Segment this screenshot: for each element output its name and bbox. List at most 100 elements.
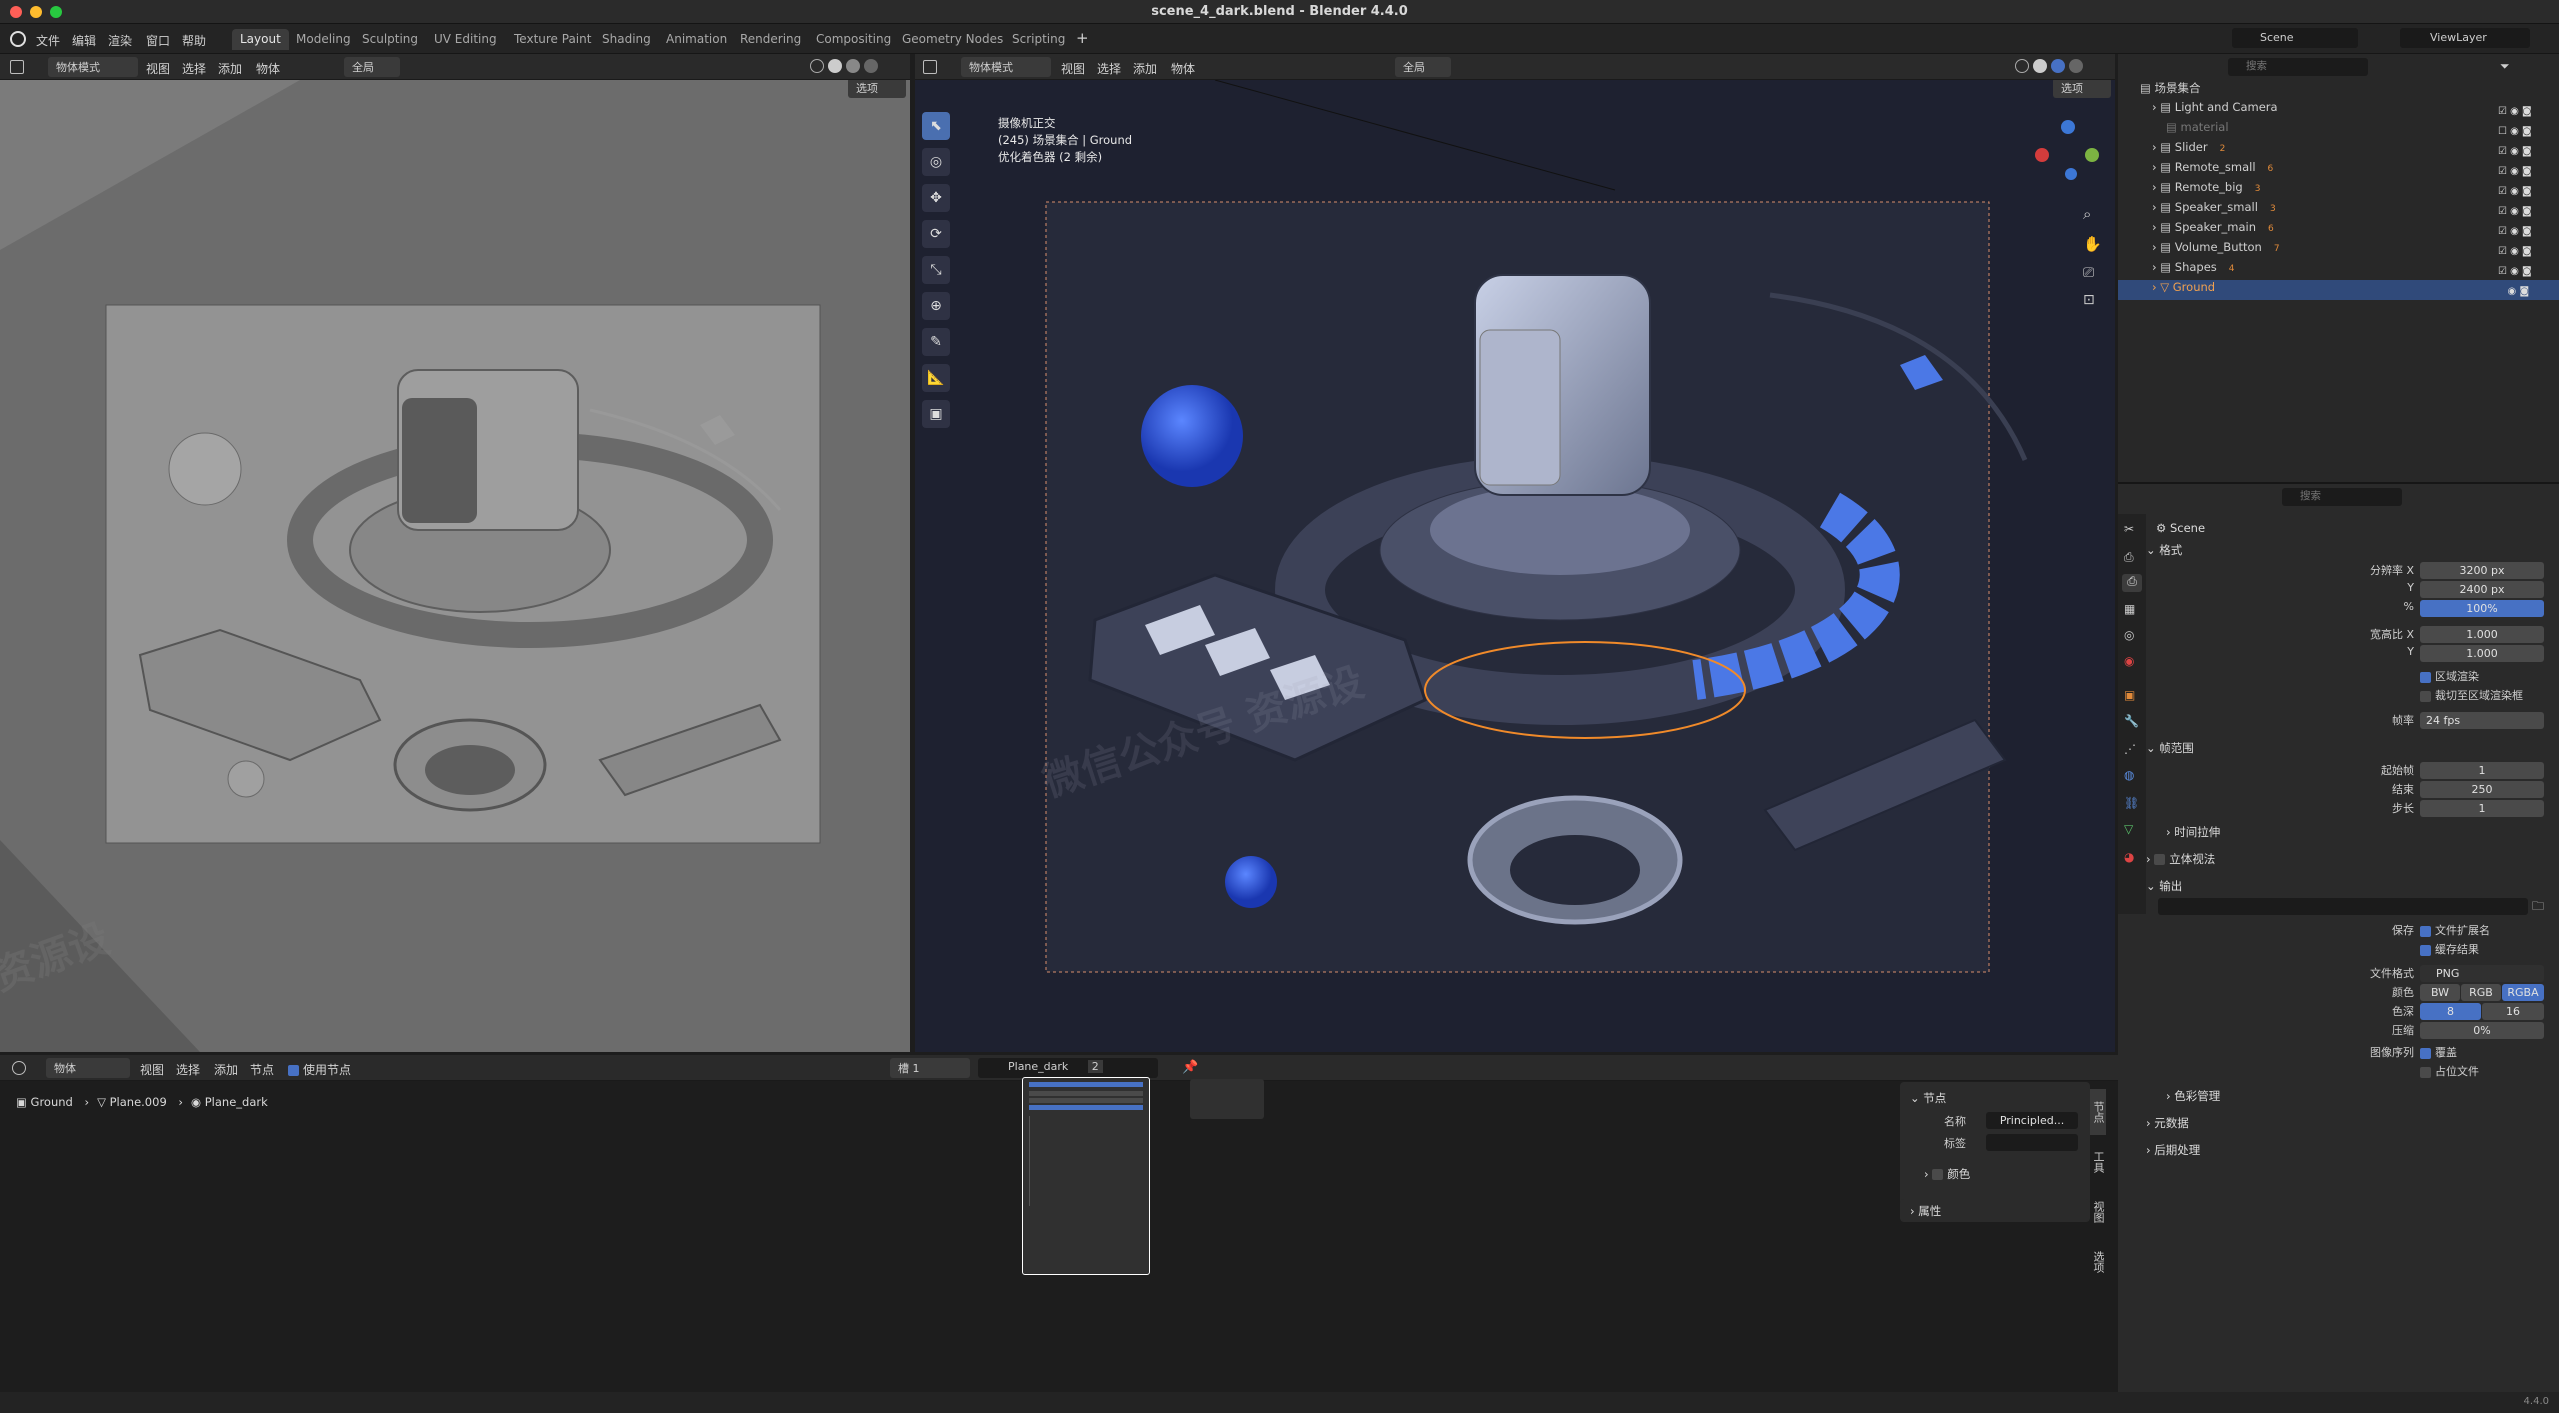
node-color-subpanel[interactable]: › 颜色 xyxy=(1924,1166,1970,1182)
menu-view[interactable]: 视图 xyxy=(1061,60,1085,77)
frame-step-field[interactable]: 1 xyxy=(2420,800,2544,817)
menu-file[interactable]: 文件 xyxy=(36,32,60,49)
tab-modeling[interactable]: Modeling xyxy=(288,29,359,50)
right-options-button[interactable]: 选项 xyxy=(2053,80,2111,98)
node-mode-dropdown[interactable]: 物体 xyxy=(46,1058,130,1078)
compress-field[interactable]: 0% xyxy=(2420,1022,2544,1039)
tab-sculpting[interactable]: Sculpting xyxy=(354,29,426,50)
menu-help[interactable]: 帮助 xyxy=(182,32,206,49)
stereoscopy-section-header[interactable]: › 立体视法 xyxy=(2146,851,2215,867)
side-tab-view[interactable]: 视图 xyxy=(2090,1189,2106,1235)
tab-layout[interactable]: Layout xyxy=(232,29,289,50)
outliner-item-remote-small[interactable]: › ▤ Remote_small 6 xyxy=(2118,160,2559,180)
menu-node[interactable]: 节点 xyxy=(250,1061,274,1078)
tab-compositing[interactable]: Compositing xyxy=(808,29,899,50)
properties-search[interactable]: 搜索 xyxy=(2282,488,2402,506)
annotate-tool-icon[interactable]: ✎ xyxy=(922,328,950,356)
rotate-tool-icon[interactable]: ⟳ xyxy=(922,220,950,248)
data-tab-icon[interactable]: ▽ xyxy=(2124,822,2133,836)
object-tab-icon[interactable]: ▣ xyxy=(2124,688,2135,702)
filter-icon[interactable]: ⏷ xyxy=(2500,59,2510,74)
metadata-section-header[interactable]: › 元数据 xyxy=(2146,1115,2189,1131)
menu-select[interactable]: 选择 xyxy=(176,1061,200,1078)
menu-add[interactable]: 添加 xyxy=(218,60,242,77)
frame-start-field[interactable]: 1 xyxy=(2420,762,2544,779)
output-tab-icon[interactable]: ⎙ xyxy=(2122,574,2142,592)
outliner-root[interactable]: ▤ 场景集合 xyxy=(2118,80,2559,100)
modifier-tab-icon[interactable]: 🔧 xyxy=(2124,714,2139,728)
visibility-icons[interactable]: ☑ ◉ ◙ ☐ ◉ ◙ ☑ ◉ ◙ ☑ ◉ ◙ ☑ ◉ ◙ ☑ ◉ ◙ ☑ ◉ ◙ ☑ ◉ ◙… xyxy=(2498,102,2554,298)
node-properties-header[interactable]: › 属性 xyxy=(1910,1203,1941,1219)
menu-window[interactable]: 窗口 xyxy=(146,32,170,49)
outliner-item-speaker-small[interactable]: › ▤ Speaker_small 3 xyxy=(2118,200,2559,220)
frame-end-field[interactable]: 250 xyxy=(2420,781,2544,798)
measure-tool-icon[interactable]: 📐 xyxy=(922,364,950,392)
output-section-header[interactable]: ⌄ 输出 xyxy=(2146,878,2182,894)
side-tab-options[interactable]: 选项 xyxy=(2090,1239,2106,1285)
transform-tool-icon[interactable]: ⊕ xyxy=(922,292,950,320)
material-selector[interactable]: Plane_dark 2 xyxy=(978,1058,1158,1078)
menu-select[interactable]: 选择 xyxy=(182,60,206,77)
postprocess-section-header[interactable]: › 后期处理 xyxy=(2146,1142,2200,1158)
particles-tab-icon[interactable]: ⋰ xyxy=(2124,742,2136,756)
add-cube-tool-icon[interactable]: ▣ xyxy=(922,400,950,428)
depth-8-button[interactable]: 8 xyxy=(2420,1003,2481,1020)
shading-buttons[interactable] xyxy=(810,59,890,75)
editor-type-icon[interactable] xyxy=(923,60,937,74)
fps-dropdown[interactable]: 24 fps xyxy=(2420,712,2544,729)
output-path-field[interactable] xyxy=(2158,898,2528,915)
scene-selector[interactable]: Scene xyxy=(2232,28,2358,48)
editor-type-icon[interactable] xyxy=(10,60,24,74)
transform-orientation-dropdown[interactable]: 全局 xyxy=(1395,57,1451,77)
navigation-gizmo[interactable] xyxy=(2035,120,2103,188)
color-rgb-button[interactable]: RGB xyxy=(2461,984,2501,1001)
transform-orientation-dropdown[interactable]: 全局 xyxy=(344,57,400,77)
placeholders-checkbox[interactable]: 占位文件 xyxy=(2420,1063,2479,1079)
move-tool-icon[interactable]: ✥ xyxy=(922,184,950,212)
tab-animation[interactable]: Animation xyxy=(658,29,735,50)
material-tab-icon[interactable]: ◕ xyxy=(2124,850,2134,864)
menu-add[interactable]: 添加 xyxy=(1133,60,1157,77)
file-ext-checkbox[interactable]: 文件扩展名 xyxy=(2420,922,2490,938)
constraint-tab-icon[interactable]: ⛓ xyxy=(2124,796,2139,810)
outliner-item-speaker-main[interactable]: › ▤ Speaker_main 6 xyxy=(2118,220,2559,240)
color-management-subpanel[interactable]: › 色彩管理 xyxy=(2166,1088,2220,1104)
file-format-dropdown[interactable]: PNG xyxy=(2420,965,2544,982)
left-options-button[interactable]: 选项 xyxy=(848,80,906,98)
side-tab-node[interactable]: 节点 xyxy=(2090,1089,2106,1135)
outliner-item-material[interactable]: ▤ material xyxy=(2118,120,2559,140)
outliner-item-ground[interactable]: › ▽ Ground xyxy=(2118,280,2559,300)
pan-hand-icon[interactable]: ✋ xyxy=(2083,235,2102,253)
outliner-item-volume-button[interactable]: › ▤ Volume_Button 7 xyxy=(2118,240,2559,260)
side-tab-tool[interactable]: 工具 xyxy=(2090,1139,2106,1185)
menu-view[interactable]: 视图 xyxy=(146,60,170,77)
tab-texture-paint[interactable]: Texture Paint xyxy=(506,29,599,50)
format-section-header[interactable]: ⌄ 格式 xyxy=(2146,542,2182,558)
view-layer-selector[interactable]: ViewLayer xyxy=(2400,28,2530,48)
menu-select[interactable]: 选择 xyxy=(1097,60,1121,77)
tool-tab-icon[interactable]: ✂ xyxy=(2124,522,2134,536)
depth-16-button[interactable]: 16 xyxy=(2482,1003,2544,1020)
add-workspace-icon[interactable]: + xyxy=(1076,29,1089,47)
right-viewport[interactable]: 摄像机正交 (245) 场景集合 | Ground 优化着色器 (2 剩余) 微… xyxy=(915,80,2115,1052)
outliner-search[interactable]: 搜索 xyxy=(2228,58,2368,76)
region-render-checkbox[interactable]: 区域渲染 xyxy=(2420,668,2479,684)
node-panel-header[interactable]: ⌄ 节点 xyxy=(1910,1090,1946,1106)
menu-view[interactable]: 视图 xyxy=(140,1061,164,1078)
outliner-item-shapes[interactable]: › ▤ Shapes 4 xyxy=(2118,260,2559,280)
zoom-icon[interactable]: ⌕ xyxy=(2083,205,2091,223)
folder-icon[interactable]: 🗀 xyxy=(2532,897,2544,918)
node-editor[interactable]: 物体 视图 选择 添加 节点 使用节点 槽 1 Plane_dark 2 📌 ▣… xyxy=(0,1055,2118,1413)
res-pct-field[interactable]: 100% xyxy=(2420,600,2544,617)
color-bw-button[interactable]: BW xyxy=(2420,984,2460,1001)
pin-icon[interactable]: 📌 xyxy=(1182,1060,1198,1075)
cache-result-checkbox[interactable]: 缓存结果 xyxy=(2420,941,2479,957)
tab-uv-editing[interactable]: UV Editing xyxy=(426,29,505,50)
res-y-field[interactable]: 2400 px xyxy=(2420,581,2544,598)
tab-rendering[interactable]: Rendering xyxy=(732,29,809,50)
material-output-node[interactable] xyxy=(1190,1079,1264,1119)
menu-add[interactable]: 添加 xyxy=(214,1061,238,1078)
cursor-tool-icon[interactable]: ◎ xyxy=(922,148,950,176)
aspect-x-field[interactable]: 1.000 xyxy=(2420,626,2544,643)
menu-render[interactable]: 渲染 xyxy=(108,32,132,49)
